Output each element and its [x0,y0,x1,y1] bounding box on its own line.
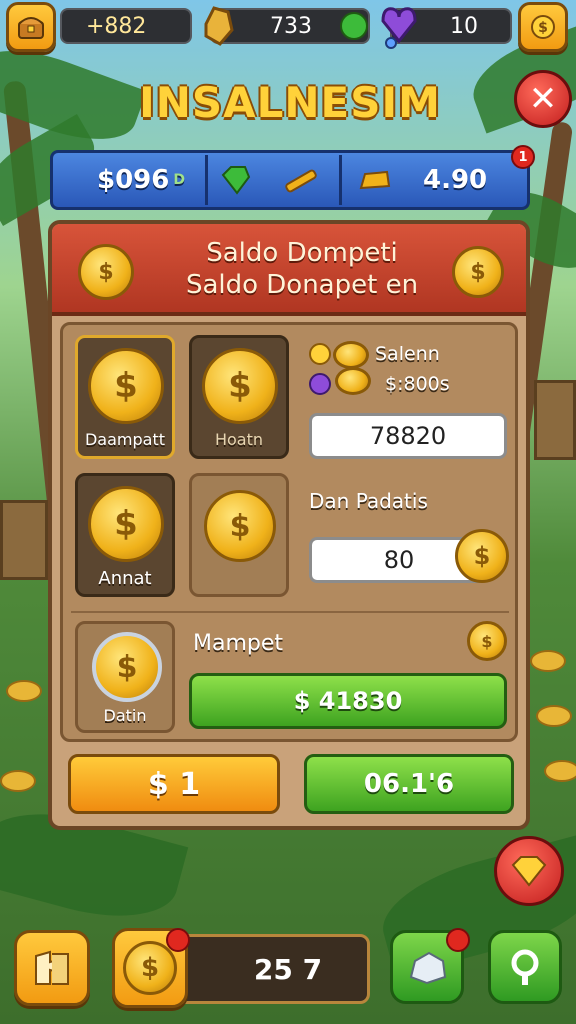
mampet-label: Mampet [193,631,284,656]
header-line-2: Saldo Donapet en [185,270,419,300]
panel-header: $ Saldo Dompeti Saldo Donapet en $ [52,224,526,316]
green-gem-icon [340,12,368,40]
page-title: INSALNESIM [139,78,441,127]
green-gem-icon[interactable] [219,153,259,207]
slot-3-label: Annat [98,568,152,589]
money-value: $096 [97,165,170,195]
confirm-button-label: 06.1'6 [363,769,455,799]
treasure-chest-icon[interactable] [6,2,56,52]
top-bar: +882 733 10 $ [0,0,576,54]
money-stat: $096 D [97,153,237,207]
amount-field-value: 80 [383,546,415,574]
slot-5-label: Datin [103,706,147,725]
coin-icon: $ [202,348,278,424]
buy-button[interactable]: $ 1 [68,754,280,814]
divider [71,611,509,613]
search-icon[interactable] [488,930,562,1004]
confirm-button[interactable]: 06.1'6 [304,754,514,814]
panel-content: $ Daampatt $ Hoatn Salenn $:800s 78820 $… [60,322,518,742]
puzzle-map-icon[interactable] [14,930,90,1006]
coin-icon: $ [88,348,164,424]
stats-strip: $096 D 4.90 1 [50,145,535,210]
balance-field[interactable]: 78820 [309,413,507,459]
stat-value: 4.90 [423,153,513,207]
coin-icon: $ [92,632,162,702]
coin-icon[interactable]: $ [467,621,507,661]
gem-value: 10 [450,13,478,39]
notification-badge: 1 [511,145,535,169]
purple-heart-gem-icon [378,0,420,50]
currency-pill-plus: +882 [60,8,192,44]
coin-icon: $ [204,490,276,562]
slot-2-label: Hoatn [214,430,264,449]
buy-button-label: $ 1 [147,766,201,802]
coin-slot-2[interactable]: $ Hoatn [189,335,289,459]
currency-plus-value: +882 [86,13,147,39]
svg-text:$: $ [538,20,548,36]
section-label: Dan Padatis [309,489,428,513]
wallet-panel: $ Saldo Dompeti Saldo Donapet en $ $ Daa… [48,220,530,830]
coin-stack-icon [335,367,371,395]
total-bar-value: $ 41830 [293,687,403,715]
coin-stack-icon[interactable]: $ [518,2,568,52]
gold-bar-icon[interactable] [357,153,397,207]
coin-icon[interactable]: $ [452,246,504,298]
coin-counter-value: 25 7 [253,952,323,986]
purple-gem-icon [309,373,331,395]
coin-icon: $ [88,486,164,562]
slot-1-label: Daampatt [84,430,166,449]
coin-slot-3[interactable]: $ Annat [75,473,175,597]
gold-nugget-icon [198,2,238,50]
diamond-icon[interactable] [494,836,564,906]
stat-value-text: 4.90 [423,165,488,195]
coin-badge-icon: $ [78,244,134,300]
balance-field-value: 78820 [369,422,447,450]
balance-label-2: $:800s [385,373,450,395]
coin-counter: 25 7 [170,934,370,1004]
coin-notification-badge [166,928,190,952]
coin-icon [309,343,331,365]
money-suffix: D [173,172,185,188]
coin-icon: $ [123,941,177,995]
notification-count: 1 [518,149,528,165]
gift-notification-badge [446,928,470,952]
coin-slot-5[interactable]: $ Datin [75,621,175,733]
coin-icon[interactable]: $ [455,529,509,583]
header-line-1: Saldo Dompeti [206,238,398,268]
balance-label-1: Salenn [375,343,440,365]
coin-slot-1[interactable]: $ Daampatt [75,335,175,459]
golden-key-icon[interactable] [279,153,329,207]
coin-slot-4[interactable]: $ [189,473,289,597]
coin-stack-icon [333,341,369,369]
gold-value: 733 [270,13,312,39]
total-bar[interactable]: $ 41830 [189,673,507,729]
close-icon[interactable]: ✕ [514,70,572,128]
